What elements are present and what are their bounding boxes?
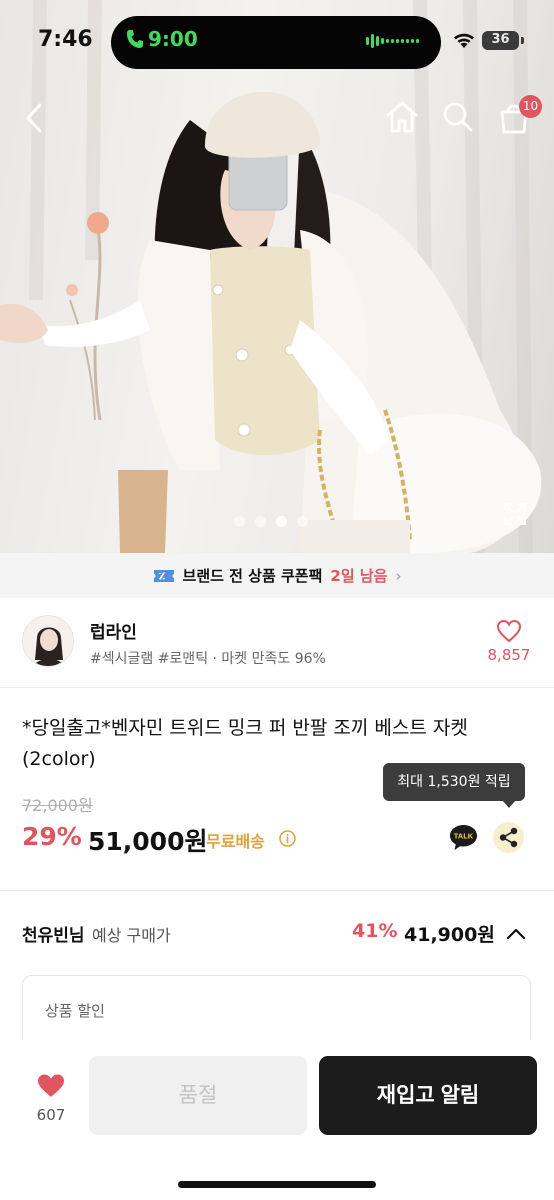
tooltip-tail bbox=[502, 800, 516, 808]
gallery-dot[interactable] bbox=[234, 516, 245, 527]
wishlist-count: 607 bbox=[36, 1106, 66, 1124]
gallery-dot-active[interactable] bbox=[276, 516, 287, 527]
free-shipping-label: 무료배송 bbox=[206, 832, 265, 851]
chevron-up-icon[interactable] bbox=[505, 923, 527, 945]
info-icon[interactable] bbox=[279, 830, 296, 847]
member-expected-price: 41,900원 bbox=[404, 924, 495, 946]
wishlist-heart-icon[interactable] bbox=[37, 1073, 65, 1099]
chevron-right-icon: › bbox=[395, 566, 402, 585]
brand-name[interactable]: 럽라인 bbox=[90, 618, 137, 643]
gallery-dot[interactable] bbox=[297, 516, 308, 527]
wifi-icon bbox=[454, 33, 474, 48]
share-icon bbox=[499, 827, 518, 848]
talk-label: TALK bbox=[454, 832, 474, 841]
home-indicator[interactable] bbox=[178, 1181, 376, 1188]
brand-tags: #섹시글램 #로맨틱 · 마켓 만족도 96% bbox=[90, 651, 326, 667]
battery-indicator: 36 bbox=[482, 31, 519, 50]
search-icon[interactable] bbox=[440, 100, 476, 134]
expand-fullscreen-icon[interactable] bbox=[502, 501, 528, 527]
expected-price-label: 예상 구매가 bbox=[92, 926, 171, 945]
audio-waveform-icon bbox=[366, 34, 419, 48]
member-name: 천유빈님 bbox=[22, 926, 85, 946]
battery-tip bbox=[521, 37, 524, 44]
brand-row[interactable]: 럽라인 #섹시글램 #로맨틱 · 마켓 만족도 96% 8,857 bbox=[0, 598, 554, 688]
share-button[interactable] bbox=[493, 822, 524, 853]
phone-call-icon bbox=[127, 30, 143, 48]
home-icon[interactable] bbox=[384, 100, 420, 134]
status-time: 7:46 bbox=[38, 27, 93, 52]
cart-count-badge: 10 bbox=[519, 95, 542, 118]
section-divider bbox=[0, 890, 554, 891]
restock-alert-button[interactable]: 재입고 알림 bbox=[319, 1056, 537, 1135]
sale-price: 51,000원 bbox=[88, 827, 208, 856]
product-image-gallery[interactable]: 7:46 9:00 36 10 bbox=[0, 0, 554, 553]
gallery-dot[interactable] bbox=[255, 516, 266, 527]
coupon-days-left: 2일 남음 bbox=[330, 567, 388, 585]
brand-like-heart-icon[interactable] bbox=[496, 619, 522, 643]
coupon-ticket-icon bbox=[153, 569, 174, 582]
soldout-button[interactable]: 품절 bbox=[89, 1056, 307, 1135]
original-price: 72,000원 bbox=[22, 796, 93, 815]
call-duration: 9:00 bbox=[148, 27, 198, 51]
brand-like-count: 8,857 bbox=[487, 646, 531, 664]
coupon-banner-text: 브랜드 전 상품 쿠폰팩 bbox=[182, 567, 323, 585]
brand-avatar-image bbox=[23, 616, 73, 666]
battery-level: 36 bbox=[491, 32, 510, 47]
gallery-pagination bbox=[234, 516, 308, 527]
status-bar: 7:46 9:00 36 bbox=[0, 0, 554, 84]
discount-rate: 29% bbox=[22, 822, 82, 851]
back-arrow-icon[interactable] bbox=[20, 101, 50, 135]
product-discount-label: 상품 할인 bbox=[45, 1002, 105, 1020]
brand-avatar[interactable] bbox=[22, 615, 74, 667]
kakao-talk-share-icon[interactable]: TALK bbox=[448, 822, 479, 853]
member-discount-rate: 41% bbox=[352, 920, 398, 942]
points-tooltip: 최대 1,530원 적립 bbox=[383, 763, 525, 801]
coupon-banner[interactable]: 브랜드 전 상품 쿠폰팩 2일 남음 › bbox=[0, 553, 554, 598]
